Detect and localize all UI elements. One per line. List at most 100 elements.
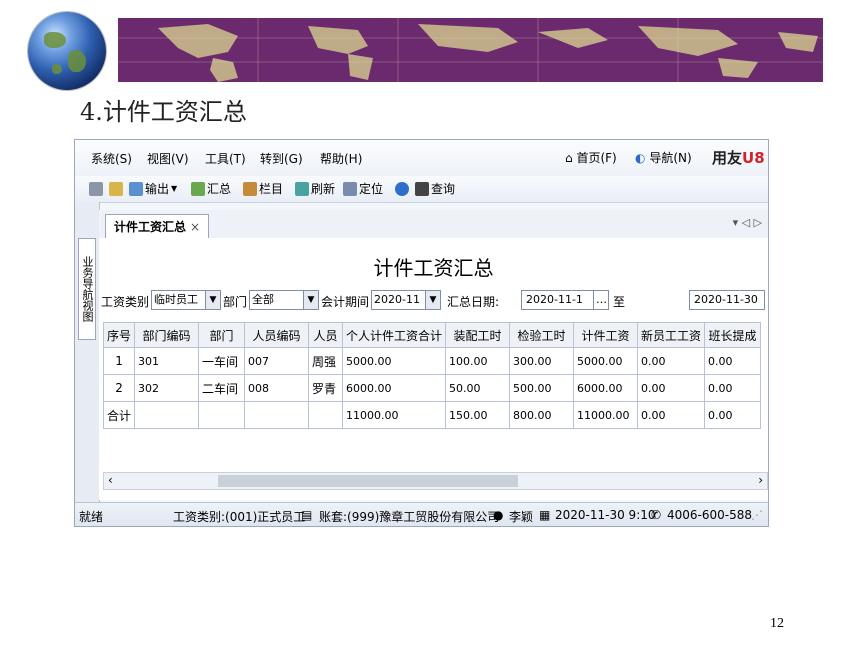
- query-button[interactable]: 查询: [415, 180, 455, 198]
- status-phone: 4006-600-588: [667, 508, 753, 522]
- column-header[interactable]: 序号: [102, 322, 136, 348]
- table-cell[interactable]: 300.00: [509, 347, 575, 375]
- menu-tools[interactable]: 工具(T): [205, 150, 246, 167]
- table-cell[interactable]: 0.00: [704, 374, 762, 402]
- locate-button[interactable]: 定位: [343, 180, 383, 198]
- period-label: 会计期间: [321, 295, 370, 309]
- globe-logo: [28, 12, 106, 90]
- dept-label: 部门: [223, 295, 248, 309]
- status-ready: 就绪: [79, 510, 104, 524]
- scrollbar-thumb[interactable]: [218, 475, 518, 487]
- calendar-icon: ▦: [539, 508, 551, 522]
- table-cell[interactable]: 0.00: [637, 374, 706, 402]
- date-picker-button[interactable]: …: [593, 290, 609, 310]
- date-to-field[interactable]: 2020-11-30: [689, 290, 765, 310]
- refresh-button[interactable]: 刷新: [295, 180, 335, 198]
- table-cell[interactable]: 合计: [102, 401, 136, 429]
- table-cell[interactable]: 6000.00: [342, 374, 447, 402]
- table-cell[interactable]: 50.00: [445, 374, 511, 402]
- menu-view[interactable]: 视图(V): [147, 150, 189, 167]
- table-cell[interactable]: 2: [102, 374, 136, 402]
- page-number: 12: [770, 616, 784, 631]
- table-cell[interactable]: 500.00: [509, 374, 575, 402]
- column-header[interactable]: 个人计件工资合计: [342, 322, 447, 348]
- export-icon: [129, 182, 143, 196]
- table-cell[interactable]: 100.00: [445, 347, 511, 375]
- preview-button[interactable]: [109, 180, 123, 198]
- column-header[interactable]: 班长提成: [704, 322, 762, 348]
- navigation-button[interactable]: ◐ 导航(N): [635, 149, 692, 166]
- columns-button[interactable]: 栏目: [243, 180, 283, 198]
- table-cell[interactable]: 0.00: [637, 401, 706, 429]
- column-header[interactable]: 装配工时: [445, 322, 511, 348]
- table-cell[interactable]: 150.00: [445, 401, 511, 429]
- resize-grip-icon[interactable]: ⋰: [751, 508, 763, 522]
- table-cell[interactable]: [134, 401, 200, 429]
- table-cell[interactable]: 11000.00: [573, 401, 639, 429]
- column-header[interactable]: 部门: [198, 322, 246, 348]
- menu-bar: 系统(S) 视图(V) 工具(T) 转到(G) 帮助(H) ⌂ 首页(F) ◐ …: [75, 140, 768, 176]
- table-cell[interactable]: 二车间: [198, 374, 246, 402]
- business-navigation-tab[interactable]: 业务导航视图: [78, 238, 96, 340]
- table-cell[interactable]: 008: [244, 374, 310, 402]
- close-icon[interactable]: ×: [190, 220, 200, 234]
- status-wage-category: 工资类别:(001)正式员工: [173, 510, 306, 524]
- world-map-banner: [118, 18, 823, 82]
- print-button[interactable]: [89, 180, 103, 198]
- table-cell[interactable]: 301: [134, 347, 200, 375]
- table-cell[interactable]: 11000.00: [342, 401, 447, 429]
- columns-icon: [243, 182, 257, 196]
- wage-category-select[interactable]: 临时员工 ▼: [151, 290, 221, 310]
- dept-select[interactable]: 全部 ▼: [249, 290, 319, 310]
- toolbar: 输出 ▼ 汇总 栏目 刷新 定位 查询: [75, 176, 768, 203]
- left-rail: 业务导航视图: [75, 202, 100, 502]
- table-cell[interactable]: 1: [102, 347, 136, 375]
- table-cell[interactable]: 一车间: [198, 347, 246, 375]
- export-button[interactable]: 输出 ▼: [129, 180, 177, 198]
- period-select[interactable]: 2020-11 ▼: [371, 290, 441, 310]
- chevron-down-icon: ▼: [425, 291, 440, 309]
- tab-navigation-arrows[interactable]: ▾ ◁ ▷: [733, 216, 762, 229]
- column-header[interactable]: 新员工工资: [637, 322, 706, 348]
- tab-piecework-summary[interactable]: 计件工资汇总 ×: [105, 214, 210, 239]
- column-header[interactable]: 人员编码: [244, 322, 310, 348]
- table-cell[interactable]: 5000.00: [573, 347, 639, 375]
- table-cell[interactable]: [244, 401, 310, 429]
- table-cell[interactable]: 0.00: [704, 401, 762, 429]
- column-header[interactable]: 部门编码: [134, 322, 200, 348]
- table-total-row[interactable]: 合计 11000.00 150.00 800.00 11000.00 0.00 …: [102, 401, 762, 429]
- home-button[interactable]: ⌂ 首页(F): [565, 149, 617, 166]
- help-button[interactable]: [395, 180, 409, 198]
- column-header[interactable]: 检验工时: [509, 322, 575, 348]
- phone-icon: ✆: [651, 508, 662, 522]
- table-cell[interactable]: [308, 401, 344, 429]
- scroll-left-icon[interactable]: ‹: [108, 473, 113, 487]
- table-cell[interactable]: 007: [244, 347, 310, 375]
- slide-title: 4.计件工资汇总: [80, 98, 247, 126]
- app-window: 系统(S) 视图(V) 工具(T) 转到(G) 帮助(H) ⌂ 首页(F) ◐ …: [74, 139, 769, 527]
- menu-system[interactable]: 系统(S): [91, 150, 132, 167]
- scroll-right-icon[interactable]: ›: [758, 473, 763, 487]
- table-cell[interactable]: 800.00: [509, 401, 575, 429]
- table-row[interactable]: 1 301 一车间 007 周强 5000.00 100.00 300.00 5…: [102, 347, 762, 375]
- table-cell[interactable]: 6000.00: [573, 374, 639, 402]
- table-row[interactable]: 2 302 二车间 008 罗青 6000.00 50.00 500.00 60…: [102, 374, 762, 402]
- table-cell[interactable]: [198, 401, 246, 429]
- table-cell[interactable]: 0.00: [704, 347, 762, 375]
- table-cell[interactable]: 0.00: [637, 347, 706, 375]
- binoculars-icon: [415, 182, 429, 196]
- table-cell[interactable]: 5000.00: [342, 347, 447, 375]
- column-header[interactable]: 计件工资: [573, 322, 639, 348]
- printer-icon: [89, 182, 103, 196]
- summary-button[interactable]: 汇总: [191, 180, 231, 198]
- home-icon: ⌂: [565, 151, 573, 165]
- column-header[interactable]: 人员: [308, 322, 344, 348]
- menu-help[interactable]: 帮助(H): [320, 150, 362, 167]
- table-cell[interactable]: 周强: [308, 347, 344, 375]
- menu-goto[interactable]: 转到(G): [260, 150, 303, 167]
- table-cell[interactable]: 302: [134, 374, 200, 402]
- horizontal-scrollbar[interactable]: ‹ ›: [103, 472, 768, 490]
- status-datetime: 2020-11-30 9:10: [555, 508, 656, 522]
- table-cell[interactable]: 罗青: [308, 374, 344, 402]
- date-from-field[interactable]: 2020-11-1: [521, 290, 597, 310]
